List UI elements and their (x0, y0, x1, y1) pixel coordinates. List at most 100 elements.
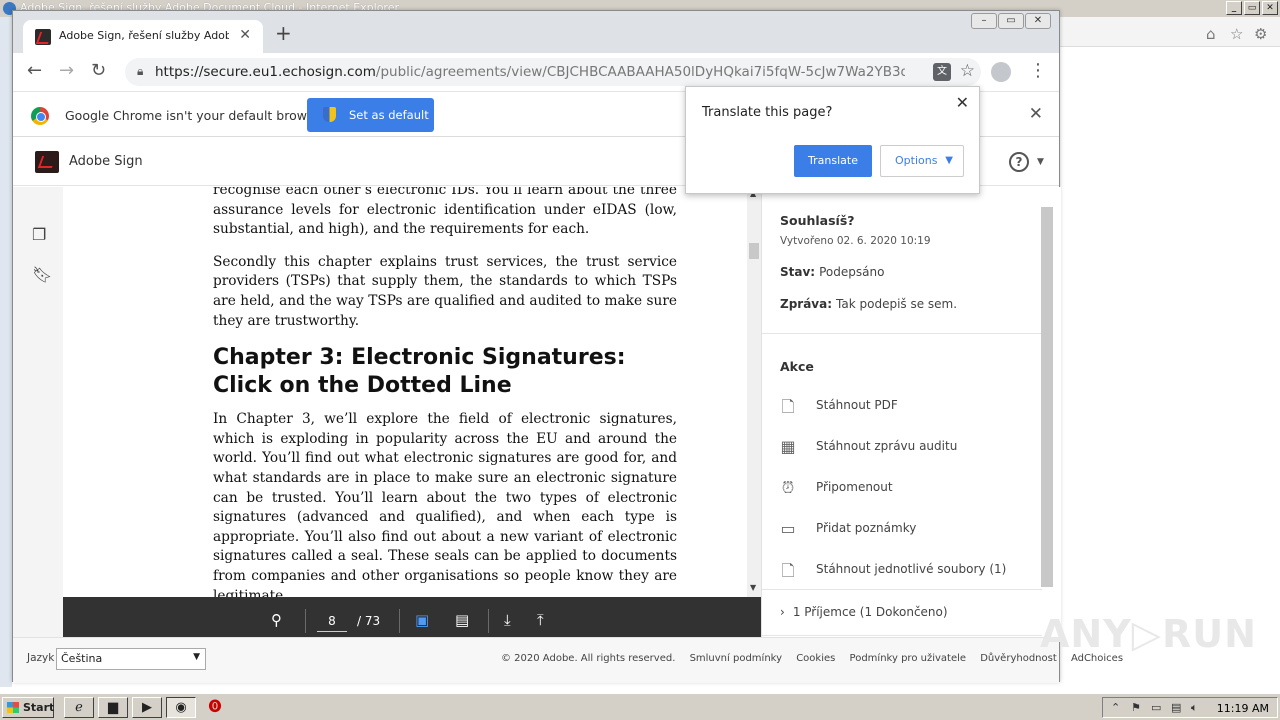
message-value: Tak podepiš se sem. (836, 297, 958, 311)
star-icon[interactable]: ☆ (1230, 25, 1243, 43)
action-label: Připomenout (816, 480, 893, 494)
set-as-default-button[interactable]: Set as default (307, 98, 434, 132)
upload-icon[interactable]: ⤒ (537, 611, 544, 629)
download-icon[interactable]: ⤓ (504, 611, 511, 629)
pages-icon[interactable]: ❐ (32, 225, 46, 244)
copyright: © 2020 Adobe. All rights reserved. (501, 653, 676, 664)
set-as-default-label: Set as default (349, 108, 429, 122)
flag-icon[interactable]: ⚑ (1131, 701, 1141, 714)
chrome-window-controls: – ▭ ✕ (971, 13, 1051, 29)
infobar-close-icon[interactable]: ✕ (1029, 104, 1043, 124)
language-select[interactable]: Čeština ▼ (56, 648, 206, 670)
action-remind[interactable]: ⏰︎ Připomenout (778, 477, 1038, 499)
new-tab-button[interactable]: + (275, 23, 292, 43)
bookmark-star-icon[interactable]: ☆ (960, 61, 975, 81)
menu-dots-icon[interactable]: ⋮ (1029, 60, 1047, 81)
address-bar[interactable]: 🔒︎ https://secure.eu1.echosign.com/publi… (125, 58, 981, 86)
antivirus-taskbar-icon[interactable]: ⓿ (200, 697, 230, 718)
chrome-minimize-button[interactable]: – (971, 13, 997, 29)
ie-taskbar-icon[interactable]: ℯ (64, 697, 94, 718)
chapter-heading-line1: Chapter 3: Electronic Signatures: (213, 345, 626, 371)
anyrun-watermark: ANY▷RUN (1040, 612, 1257, 656)
media-player-taskbar-icon[interactable]: ▶ (132, 697, 162, 718)
forward-arrow-icon[interactable]: → (59, 61, 74, 81)
footer-link-user-terms[interactable]: Podmínky pro uživatele (850, 653, 966, 664)
folder-taskbar-icon[interactable]: ▆ (98, 697, 128, 718)
translate-button[interactable]: Translate (794, 145, 872, 177)
footer-link-terms[interactable]: Smluvní podmínky (690, 653, 782, 664)
back-arrow-icon[interactable]: ← (27, 61, 42, 81)
ie-left-strip (0, 17, 12, 687)
action-download-files[interactable]: 🗋︎ Stáhnout jednotlivé soubory (1) (778, 559, 1038, 581)
profile-avatar[interactable] (991, 62, 1011, 82)
created-date: Vytvořeno 02. 6. 2020 10:19 (780, 235, 931, 247)
page-text-column: recognise each other’s electronic IDs. Y… (213, 187, 677, 597)
document-scrollbar[interactable]: ▲ ▼ (747, 187, 761, 597)
url-text[interactable]: https://secure.eu1.echosign.com/public/a… (155, 64, 905, 80)
ie-command-bar: ⌂ ☆ ⚙ (1060, 17, 1280, 47)
status-row: Stav: Podepsáno (780, 265, 884, 279)
page-total: / 73 (357, 614, 381, 628)
chapter-heading: Chapter 3: Electronic Signatures: Click o… (213, 344, 677, 400)
chevron-down-icon: ▼ (945, 155, 953, 166)
chapter-heading-line2: Click on the Dotted Line (213, 373, 512, 399)
page-number-input[interactable]: 8 (317, 610, 347, 632)
document-page: recognise each other’s electronic IDs. Y… (63, 187, 747, 597)
chevron-down-icon: ▼ (193, 652, 200, 662)
agreement-panel: Souhlasíš? Vytvořeno 02. 6. 2020 10:19 S… (761, 187, 1061, 637)
network-icon[interactable]: ▤ (1171, 701, 1181, 714)
chrome-taskbar-icon[interactable]: ◉ (166, 697, 196, 718)
help-caret-icon[interactable]: ▼ (1037, 157, 1044, 167)
translate-popup-title: Translate this page? (702, 105, 833, 120)
tab-strip: Adobe Sign, řešení služby Adobe Do... ✕ … (13, 11, 1059, 53)
divider (762, 635, 1042, 636)
footer-link-cookies[interactable]: Cookies (796, 653, 835, 664)
action-label: Stáhnout jednotlivé soubory (1) (816, 562, 1007, 576)
reload-icon[interactable]: ↻ (91, 61, 106, 81)
shield-icon (323, 107, 336, 122)
tray-expand-icon[interactable]: ⌃ (1111, 701, 1120, 714)
recipients-toggle[interactable]: › 1 Příjemce (1 Dokončeno) (780, 605, 948, 619)
chrome-close-button[interactable]: ✕ (1025, 13, 1051, 29)
action-label: Stáhnout PDF (816, 398, 898, 412)
taskbar: Start ℯ ▆ ▶ ◉ ⓿ ⌃ ⚑ ▭ ▤ 🔈︎ 11:19 AM (0, 693, 1280, 720)
bookmark-icon[interactable]: 🔖︎ (32, 265, 52, 284)
translate-icon[interactable]: 文 (933, 63, 951, 81)
files-download-icon: 🗋︎ (781, 561, 795, 580)
options-button[interactable]: Options ▼ (880, 145, 964, 177)
tab-close-icon[interactable]: ✕ (239, 27, 251, 43)
gear-icon[interactable]: ⚙ (1254, 25, 1267, 43)
screen-icon[interactable]: ▭ (1151, 701, 1161, 714)
action-add-notes[interactable]: ▭ Přidat poznámky (778, 518, 1038, 540)
recipients-label: 1 Příjemce (1 Dokončeno) (792, 605, 948, 619)
app-name: Adobe Sign (69, 154, 143, 169)
action-download-audit[interactable]: ▦ Stáhnout zprávu auditu (778, 436, 1038, 458)
help-icon[interactable]: ? (1009, 152, 1029, 172)
chrome-restore-button[interactable]: ▭ (998, 13, 1024, 29)
home-icon[interactable]: ⌂ (1206, 25, 1216, 43)
ie-minimize-button[interactable]: _ (1226, 1, 1242, 15)
panel-scrollbar[interactable] (1041, 207, 1053, 587)
scroll-down-icon[interactable]: ▼ (750, 583, 756, 592)
popup-close-icon[interactable]: ✕ (956, 93, 969, 112)
divider (399, 609, 400, 633)
ie-maximize-button[interactable]: ▭ (1244, 1, 1260, 15)
alarm-clock-icon: ⏰︎ (781, 478, 795, 497)
chevron-right-icon: › (780, 605, 785, 619)
start-button[interactable]: Start (2, 697, 54, 718)
search-icon[interactable]: ⚲ (271, 611, 282, 629)
language-label: Jazyk (27, 652, 55, 664)
volume-icon[interactable]: 🔈︎ (1191, 701, 1198, 715)
divider (305, 609, 306, 633)
ie-content-area (1060, 47, 1280, 687)
paragraph: recognise each other’s electronic IDs. Y… (213, 187, 677, 238)
document-viewer: recognise each other’s electronic IDs. Y… (63, 187, 761, 645)
ie-close-button[interactable]: ✕ (1262, 1, 1278, 15)
fit-page-icon[interactable]: ▤ (455, 611, 469, 629)
action-download-pdf[interactable]: 🗋︎ Stáhnout PDF (778, 395, 1038, 417)
action-label: Přidat poznámky (816, 521, 917, 535)
tab-adobe-sign[interactable]: Adobe Sign, řešení služby Adobe Do... ✕ (23, 20, 263, 53)
divider (762, 589, 1042, 590)
scroll-thumb[interactable] (749, 243, 759, 259)
fit-width-icon[interactable]: ▣ (415, 611, 429, 629)
